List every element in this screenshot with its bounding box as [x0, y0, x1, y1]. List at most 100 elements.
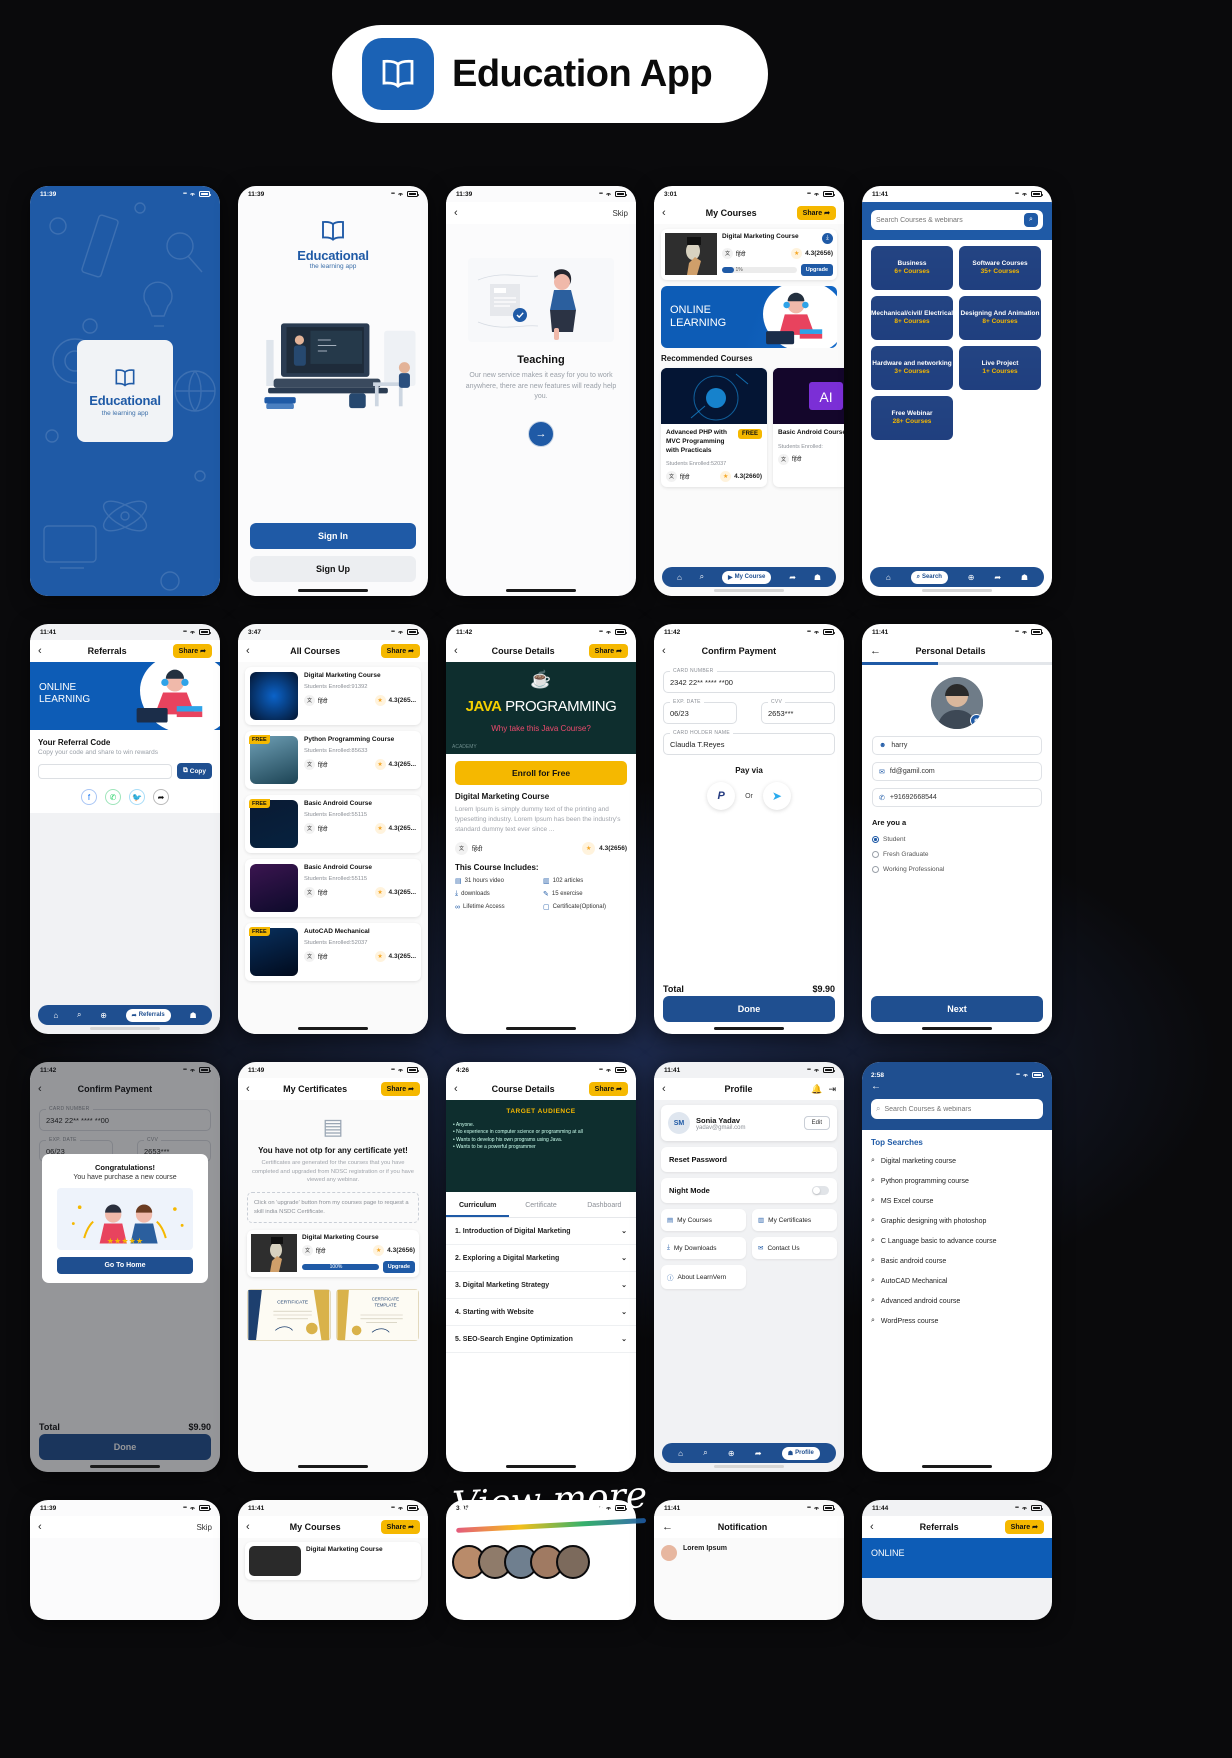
- share-button[interactable]: Share ➦: [1004, 1520, 1044, 1534]
- screen-categories[interactable]: 11:41 •••• ⌕ Business6+ Courses Software…: [862, 186, 1052, 596]
- search-suggestion[interactable]: ⌕ AutoCAD Mechanical: [862, 1271, 1052, 1291]
- enrolled-course-card[interactable]: Digital Marketing Course: [245, 1542, 421, 1580]
- list-item[interactable]: FREE Python Programming Course Students …: [245, 731, 421, 789]
- screen-all-courses[interactable]: 3:47 •••• ‹ All Courses Share ➦ Digital M…: [238, 624, 428, 1034]
- tile-contact-us[interactable]: ✉ Contact Us: [752, 1237, 837, 1259]
- plus-icon[interactable]: ⊕: [100, 1011, 107, 1020]
- facebook-icon[interactable]: f: [81, 789, 97, 805]
- lesson-row[interactable]: 3. Digital Marketing Strategy ⌄: [446, 1272, 636, 1299]
- screen-personal-details[interactable]: 11:41 •••• ← Personal Details ◉ ☻ harry ✉…: [862, 624, 1052, 1034]
- skip-button[interactable]: Skip: [196, 1523, 212, 1532]
- content-scroll[interactable]: SM Sonia Yadav yadav@gmail.com Edit Rese…: [654, 1100, 844, 1472]
- option-student[interactable]: Student: [872, 836, 1042, 843]
- back-icon[interactable]: ←: [662, 1521, 673, 1533]
- next-button[interactable]: Next: [871, 996, 1043, 1022]
- card-holder-field[interactable]: CARD HOLDER NAME Claudla T.Reyes: [663, 730, 835, 755]
- profile-card[interactable]: SM Sonia Yadav yadav@gmail.com Edit: [661, 1105, 837, 1141]
- screen-payment-success[interactable]: 11:42 •••• ‹ Confirm Payment CARD NUMBER…: [30, 1062, 220, 1472]
- screen-referrals[interactable]: 11:41 •••• ‹ Referrals Share ➦ ONLINE LE…: [30, 624, 220, 1034]
- back-icon[interactable]: ‹: [454, 1083, 458, 1095]
- category-tile[interactable]: Software Courses 35+ Courses: [959, 246, 1041, 290]
- certificate-image[interactable]: CERTIFICATE: [247, 1289, 331, 1342]
- back-icon[interactable]: ‹: [870, 1521, 874, 1533]
- skip-button[interactable]: Skip: [612, 209, 628, 218]
- category-tile[interactable]: Business 6+ Courses: [871, 246, 953, 290]
- sign-up-button[interactable]: Sign Up: [250, 556, 416, 582]
- camera-icon[interactable]: ◉: [970, 714, 983, 727]
- bottom-tab-bar[interactable]: ⌂ ⌕ Search ⊕ ➦ ☗: [870, 567, 1044, 587]
- night-mode-row[interactable]: Night Mode: [661, 1178, 837, 1203]
- bottom-tab-bar[interactable]: ⌂ ⌕ ⊕ ➦ ☗ Profile: [662, 1443, 836, 1463]
- back-icon[interactable]: ‹: [662, 207, 666, 219]
- plus-icon[interactable]: ⊕: [728, 1449, 735, 1458]
- screen-my-certificates[interactable]: 11:49 •••• ‹ My Certificates Share ➦ ▤ Yo…: [238, 1062, 428, 1472]
- done-button[interactable]: Done: [663, 996, 835, 1022]
- congratulations-modal[interactable]: Congratulations! You have purchase a new…: [42, 1154, 208, 1283]
- tab-search[interactable]: ⌕ Search: [910, 570, 948, 584]
- share-button[interactable]: Share ➦: [380, 1520, 420, 1534]
- profile-icon[interactable]: ☗: [189, 1011, 196, 1020]
- plus-icon[interactable]: ⊕: [968, 573, 975, 582]
- category-tile[interactable]: Designing And Animation 8+ Courses: [959, 296, 1041, 340]
- screen-splash[interactable]: Educational the learning app 11:39 ••••: [30, 186, 220, 596]
- home-icon[interactable]: ⌂: [886, 573, 891, 582]
- back-icon[interactable]: ‹: [246, 645, 250, 657]
- screen-onboarding-2[interactable]: 11:39 •••• ‹ Skip: [30, 1500, 220, 1620]
- screen-confirm-payment[interactable]: 11:42 •••• ‹ Confirm Payment CARD NUMBER…: [654, 624, 844, 1034]
- bottom-tab-bar[interactable]: ⌂ ⌕ ▶ My Course ➦ ☗: [662, 567, 836, 587]
- recommended-card[interactable]: AI Basic Android Course Students Enrolle…: [773, 368, 844, 488]
- search-suggestion[interactable]: ⌕ Digital marketing course: [862, 1151, 1052, 1171]
- social-share-row[interactable]: f ✆ 🐦 ➦: [38, 789, 212, 805]
- tab-my-course[interactable]: ▶ My Course: [722, 570, 772, 584]
- share-button[interactable]: Share ➦: [588, 644, 628, 658]
- profile-icon[interactable]: ☗: [1021, 573, 1028, 582]
- logout-icon[interactable]: ⇥: [828, 1084, 836, 1095]
- search-icon[interactable]: ⌕: [703, 1448, 707, 1458]
- search-icon[interactable]: ⌕: [1024, 213, 1038, 227]
- search-suggestion[interactable]: ⌕ Advanced android course: [862, 1291, 1052, 1311]
- home-icon[interactable]: ⌂: [677, 573, 682, 582]
- twitter-icon[interactable]: 🐦: [129, 789, 145, 805]
- download-icon[interactable]: ⤓: [822, 233, 833, 244]
- back-icon[interactable]: ‹: [454, 645, 458, 657]
- notification-row[interactable]: Lorem Ipsum: [654, 1538, 844, 1568]
- lesson-row[interactable]: 4. Starting with Website ⌄: [446, 1299, 636, 1326]
- radio-icon[interactable]: [872, 851, 879, 858]
- radio-icon[interactable]: [872, 866, 879, 873]
- list-item[interactable]: FREE AutoCAD Mechanical Students Enrolle…: [245, 923, 421, 981]
- option-working-professional[interactable]: Working Professional: [872, 866, 1042, 873]
- reset-password-row[interactable]: Reset Password: [661, 1147, 837, 1172]
- back-icon[interactable]: ‹: [38, 645, 42, 657]
- search-suggestion[interactable]: ⌕ Graphic designing with photoshop: [862, 1211, 1052, 1231]
- upgrade-button[interactable]: Upgrade: [800, 264, 833, 276]
- sign-in-button[interactable]: Sign In: [250, 523, 416, 549]
- lesson-row[interactable]: 2. Exploring a Digital Marketing ⌄: [446, 1245, 636, 1272]
- promo-banner[interactable]: ONLINE LEARNING: [661, 286, 837, 348]
- back-icon[interactable]: ‹: [246, 1521, 250, 1533]
- go-to-home-button[interactable]: Go To Home: [57, 1257, 193, 1274]
- name-field[interactable]: ☻ harry: [872, 736, 1042, 755]
- whatsapp-icon[interactable]: ✆: [105, 789, 121, 805]
- content-scroll[interactable]: Digital Marketing Course ⤓ 文 हिंदी ★ 4.3…: [654, 224, 844, 596]
- paypal-icon[interactable]: P: [707, 782, 736, 810]
- enroll-button[interactable]: Enroll for Free: [455, 761, 627, 785]
- course-list[interactable]: Digital Marketing Course Students Enroll…: [238, 662, 428, 1034]
- radio-icon[interactable]: [872, 836, 879, 843]
- telegram-icon[interactable]: ➤: [762, 782, 791, 810]
- home-icon[interactable]: ⌂: [53, 1011, 58, 1020]
- certificate-previews[interactable]: CERTIFICATE CERTIFICATE TEMPLATE: [247, 1289, 419, 1342]
- recommended-list[interactable]: Advanced PHP with MVC Programming with P…: [661, 368, 844, 488]
- category-tile[interactable]: Free Webinar 28+ Courses: [871, 396, 953, 440]
- back-icon[interactable]: ←: [871, 1081, 1043, 1092]
- search-suggestion[interactable]: ⌕ MS Excel course: [862, 1191, 1052, 1211]
- screen-curriculum[interactable]: 4:26 •••• ‹ Course Details Share ➦ TARGET…: [446, 1062, 636, 1472]
- share-icon[interactable]: ➦: [789, 573, 796, 582]
- back-icon[interactable]: ←: [870, 645, 881, 657]
- payment-options[interactable]: P Or ➤: [654, 782, 844, 810]
- certificate-course-card[interactable]: Digital Marketing Course 文 हिंदी ★ 4.3(2…: [247, 1230, 419, 1278]
- share-button[interactable]: Share ➦: [172, 644, 212, 658]
- back-icon[interactable]: ‹: [662, 645, 666, 657]
- recommended-card[interactable]: Advanced PHP with MVC Programming with P…: [661, 368, 767, 488]
- back-icon[interactable]: ‹: [38, 1521, 42, 1533]
- share-icon[interactable]: ➦: [994, 573, 1001, 582]
